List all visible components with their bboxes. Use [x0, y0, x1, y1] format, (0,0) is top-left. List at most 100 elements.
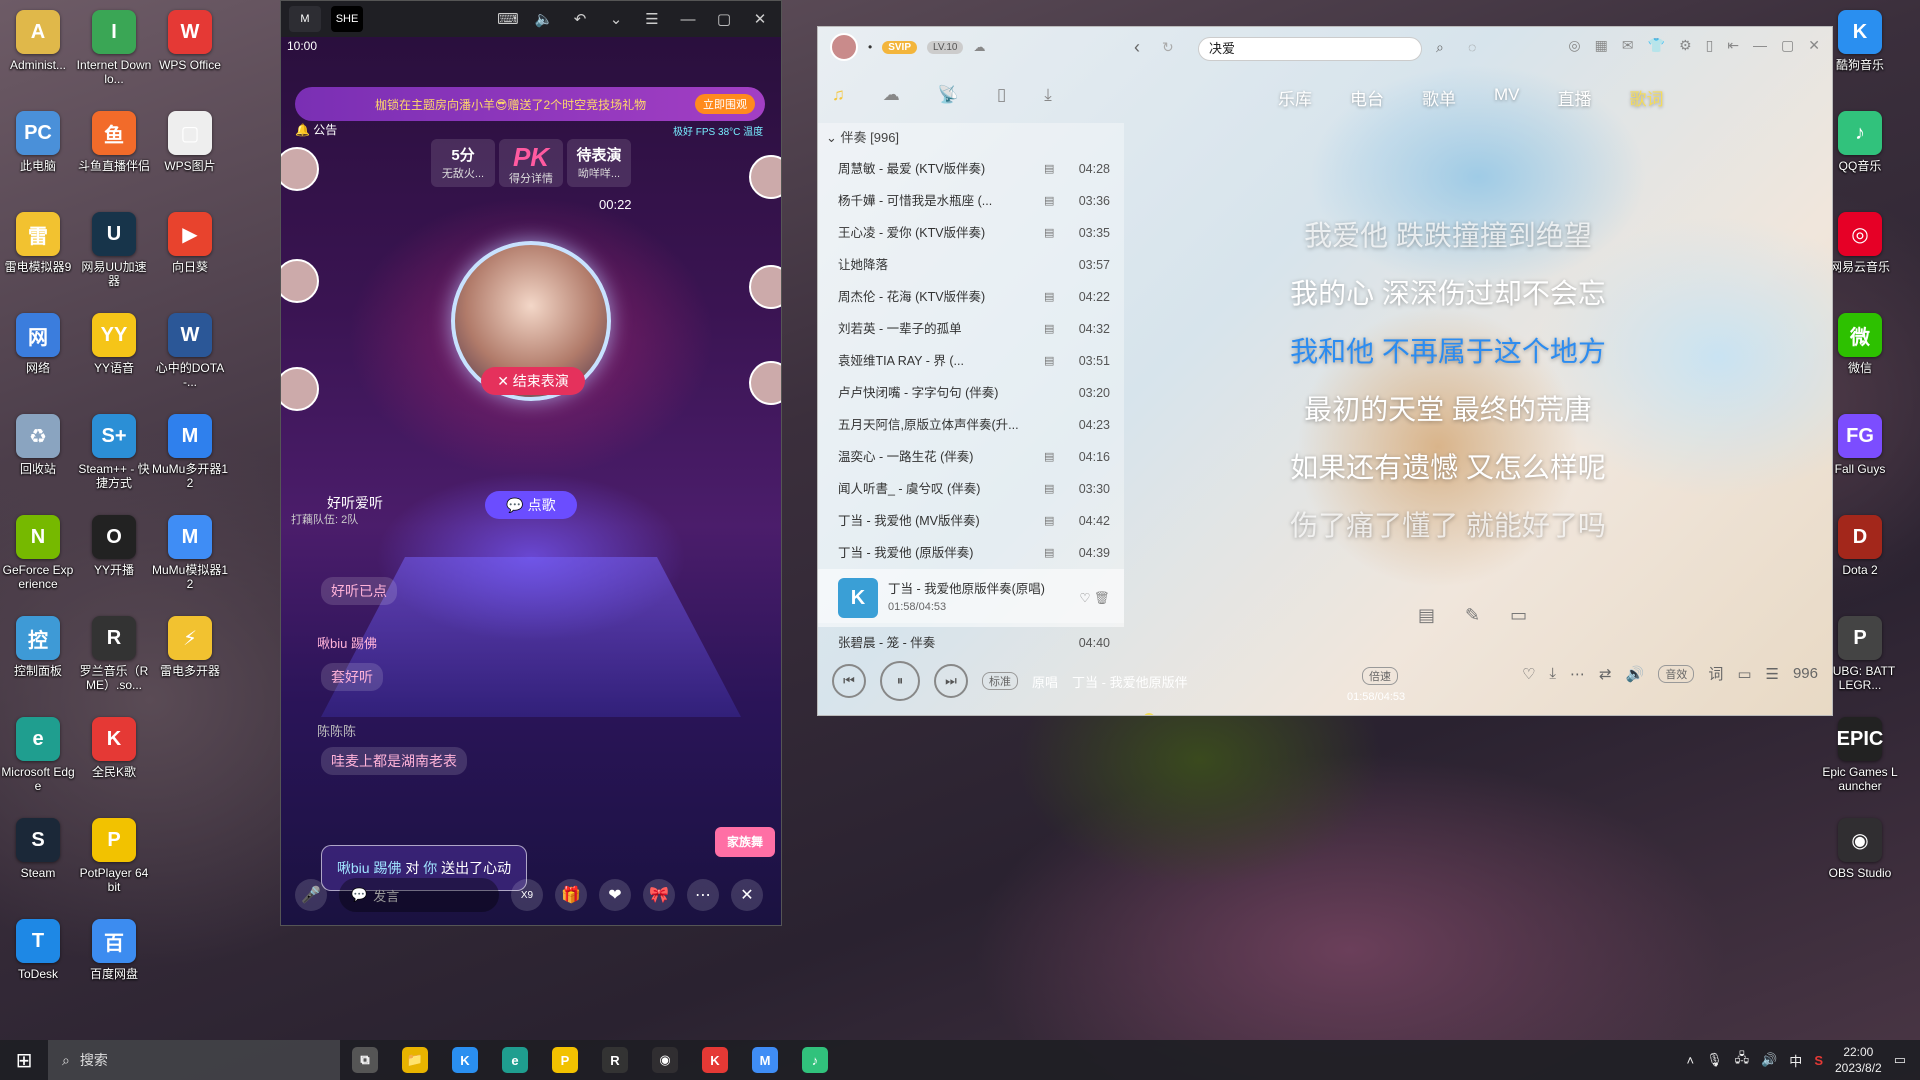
mic-tray-icon[interactable]: 🎙 [1706, 1052, 1723, 1068]
apps-icon[interactable]: ▦ [1595, 37, 1608, 54]
playlist-row[interactable]: 王心凌 - 爱你 (KTV版伴奏) ▤ 03:35 [818, 217, 1124, 249]
lyrics-mode-icon[interactable]: ▤ [1418, 605, 1435, 626]
minimize-icon[interactable]: — [1753, 37, 1767, 54]
desktop-shortcut[interactable]: T ToDesk [0, 915, 76, 1016]
music-nav-tab[interactable]: 直播 [1558, 85, 1592, 110]
download-song-icon[interactable]: ⤓ [1549, 665, 1556, 682]
svip-badge[interactable]: SVIP [882, 40, 917, 54]
taskbar-app[interactable]: R [590, 1040, 640, 1080]
ime-indicator[interactable]: 中 [1789, 1051, 1802, 1070]
more-icon[interactable]: ⋯ [687, 879, 719, 911]
emulator-tab-app[interactable]: SHE [331, 6, 363, 32]
delete-icon[interactable]: 🗑 [1094, 589, 1110, 607]
mv-icon[interactable]: ▤ [1044, 185, 1070, 217]
playlist-row[interactable]: 温奕心 - 一路生花 (伴奏) ▤ 04:16 [818, 441, 1124, 473]
emulator-tab-home[interactable]: M [289, 6, 321, 32]
music-nav-tab[interactable]: 乐库 [1278, 85, 1312, 110]
settings-gear-icon[interactable]: ⚙ [1679, 37, 1692, 54]
chat-user-3[interactable]: 陈陈陈 [317, 721, 356, 740]
desktop-shortcut[interactable]: 鱼斗鱼直播伴侣 [76, 107, 152, 208]
desktop-shortcut[interactable]: ▶ 向日葵 [152, 208, 228, 309]
mv-icon[interactable]: ▤ [1044, 505, 1070, 537]
banner-watch-button[interactable]: 立即围观 [695, 94, 755, 114]
level-badge[interactable]: LV.10 [927, 40, 964, 54]
mv-icon[interactable]: ▤ [1044, 345, 1070, 377]
mic-icon[interactable]: 🎤 [295, 879, 327, 911]
mv-icon[interactable]: ▤ [1044, 441, 1070, 473]
back-arrow-icon[interactable]: ‹ [1134, 37, 1140, 58]
chat-input[interactable]: 💬 发言 [339, 878, 499, 912]
sound-effect-button[interactable]: 音效 [1658, 664, 1695, 683]
taskbar-app[interactable]: M [740, 1040, 790, 1080]
sogou-ime-icon[interactable]: S [1814, 1053, 1823, 1068]
heart-icon[interactable]: ❤ [599, 879, 631, 911]
side-avatar-left-1[interactable] [281, 147, 319, 191]
desktop-shortcut[interactable]: W WPS Office [152, 6, 228, 107]
desktop-shortcut[interactable]: 控控制面板 [0, 612, 76, 713]
back-icon[interactable]: ↶ [567, 6, 593, 32]
repeat-icon[interactable]: ⇄ [1599, 665, 1612, 683]
taskbar-app[interactable]: P [540, 1040, 590, 1080]
playlist-row[interactable]: 杨千嬅 - 可惜我是水瓶座 (... ▤ 03:36 [818, 185, 1124, 217]
desktop-shortcut[interactable]: ◎ 网易云音乐 [1822, 208, 1898, 309]
radio-icon[interactable]: 📡 [938, 85, 959, 105]
mv-icon[interactable] [1044, 377, 1070, 409]
desktop-shortcut[interactable]: U 网易UU加速器 [76, 208, 152, 309]
taskbar-clock[interactable]: 22:00 2023/8/2 [1835, 1044, 1882, 1076]
desktop-shortcut[interactable]: W 心中的DOTA-... [152, 309, 228, 410]
dock-icon[interactable]: ⇤ [1727, 37, 1739, 54]
close-icon[interactable]: ✕ [1808, 37, 1820, 54]
desktop-shortcut[interactable]: R 罗兰音乐（RME）.so... [76, 612, 152, 713]
queue-icon[interactable]: ☰ [1766, 665, 1779, 683]
desktop-shortcut[interactable]: K 全民K歌 [76, 713, 152, 814]
mv-icon[interactable]: ▤ [1044, 153, 1070, 185]
playlist-row[interactable]: 袁娅维TIA RAY - 界 (... ▤ 03:51 [818, 345, 1124, 377]
desktop-shortcut[interactable]: S+ Steam++ - 快捷方式 [76, 410, 152, 511]
gift-box-icon[interactable]: X9 [511, 879, 543, 911]
pause-button[interactable]: ⏸ [880, 661, 920, 701]
desktop-shortcut[interactable]: EPIC Epic Games Launcher [1822, 713, 1898, 814]
mail-icon[interactable]: ✉ [1622, 37, 1634, 54]
device-icon[interactable]: ▯ [997, 85, 1006, 105]
playlist-row[interactable]: 闻人听書_ - 虞兮叹 (伴奏) ▤ 03:30 [818, 473, 1124, 505]
gift-icon[interactable]: 🎀 [643, 879, 675, 911]
taskbar-app[interactable]: e [490, 1040, 540, 1080]
voice-search-icon[interactable]: ◌ [1468, 39, 1476, 55]
taskbar-app[interactable]: K [690, 1040, 740, 1080]
playlist-row[interactable]: 丁当 - 我爱他 (原版伴奏) ▤ 04:39 [818, 537, 1124, 569]
playlist-row[interactable]: 让她降落 03:57 [818, 249, 1124, 281]
taskbar-search[interactable]: ⌕ 搜索 [48, 1040, 340, 1080]
mv-icon[interactable]: ▤ [1044, 281, 1070, 313]
volume-tray-icon[interactable]: 🔊 [1761, 1052, 1777, 1068]
menu-icon[interactable]: ☰ [639, 6, 665, 32]
playlist-header[interactable]: ⌄ 伴奏 [996] [818, 123, 1124, 153]
maximize-icon[interactable]: ▢ [711, 6, 737, 32]
minimize-icon[interactable]: — [675, 6, 701, 32]
desktop-shortcut[interactable]: ♻ 回收站 [0, 410, 76, 511]
order-song-button[interactable]: 💬 点歌 [485, 491, 577, 519]
taskbar-app[interactable]: ◉ [640, 1040, 690, 1080]
taskbar-app[interactable]: 📁 [390, 1040, 440, 1080]
desktop-shortcut[interactable]: A Administ... [0, 6, 76, 107]
desktop-shortcut[interactable]: M MuMu模拟器12 [152, 511, 228, 612]
tray-chevron-icon[interactable]: ˄ [1687, 1053, 1695, 1068]
pk-center[interactable]: PK 得分详情 [499, 139, 563, 187]
desktop-shortcut[interactable]: ⚡ 雷电多开器 [152, 612, 228, 713]
windows-start-icon[interactable]: ⊞ [0, 1040, 48, 1080]
taskbar-app[interactable]: K [440, 1040, 490, 1080]
keyboard-icon[interactable]: ⌨ [495, 6, 521, 32]
maximize-icon[interactable]: ▢ [1781, 37, 1794, 54]
search-icon[interactable]: ⌕ [1436, 39, 1444, 56]
game-icon[interactable]: ◎ [1568, 37, 1580, 54]
mv-icon[interactable] [1044, 249, 1070, 281]
side-avatar-left-3[interactable] [281, 367, 319, 411]
cloud-drive-icon[interactable]: ☁ [883, 85, 900, 105]
desktop-shortcut[interactable]: P PotPlayer 64 bit [76, 814, 152, 915]
desktop-shortcut[interactable]: 百百度网盘 [76, 915, 152, 1016]
refresh-icon[interactable]: ↻ [1162, 39, 1174, 56]
more-options-icon[interactable]: ⋯ [1570, 665, 1585, 683]
download-icon[interactable]: ⤓ [1044, 85, 1052, 105]
desktop-shortcut[interactable]: I Internet Downlo... [76, 6, 152, 107]
music-nav-tab[interactable]: 电台 [1350, 85, 1384, 110]
chevron-down-icon[interactable]: ⌄ [603, 6, 629, 32]
